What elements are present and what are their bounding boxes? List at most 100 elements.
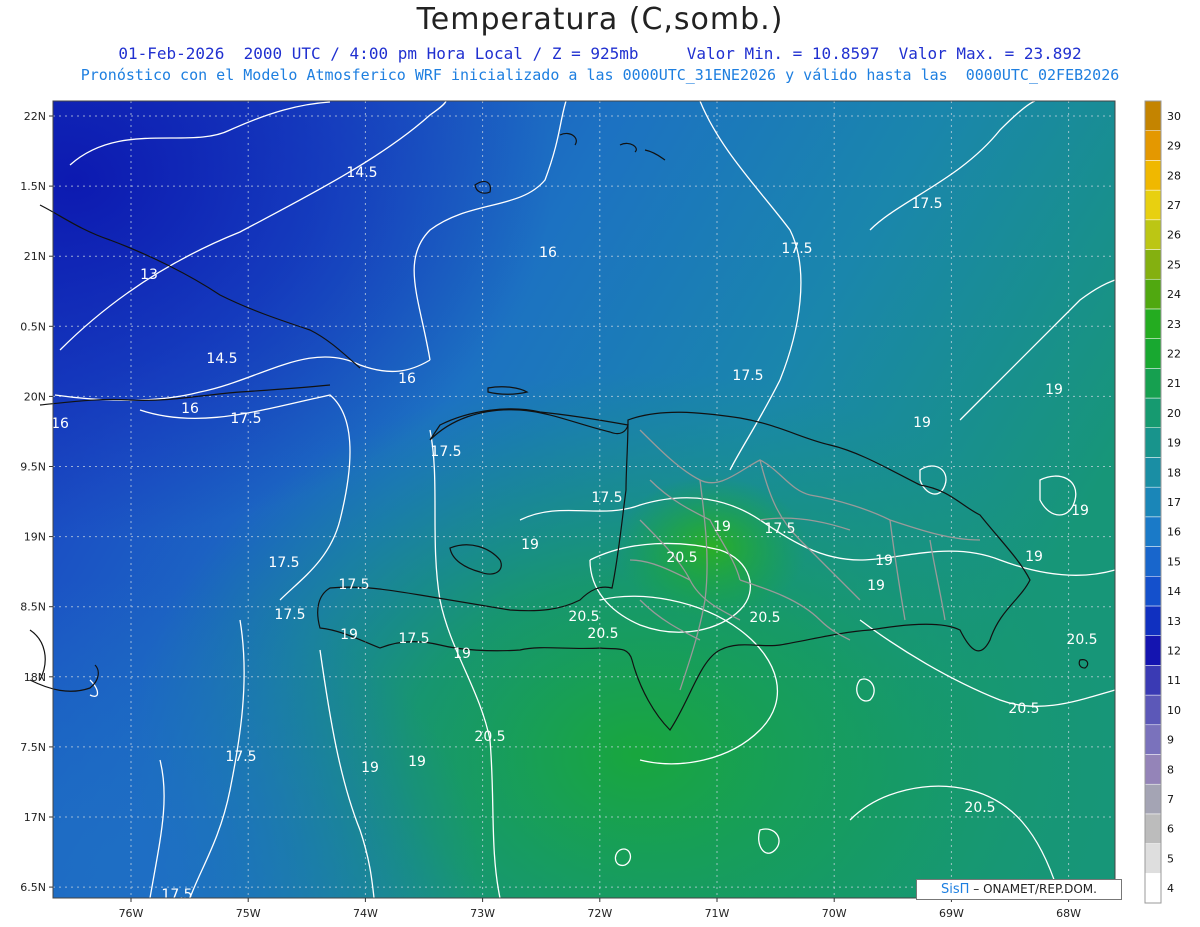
colorbar-label: 17 (1167, 496, 1181, 509)
colorbar-swatch (1144, 516, 1162, 547)
contour-label: 17.5 (225, 749, 256, 765)
latitude-axis: 22N 1.5N 21N 0.5N 20N 9.5N 19N 8.5N 18N 7.5N 17N 6.… (20, 110, 53, 894)
contour-label: 20.5 (474, 729, 505, 745)
colorbar-label: 21 (1167, 377, 1181, 390)
lat-tick-label: 22N (24, 110, 46, 123)
colorbar-label: 29 (1167, 140, 1181, 153)
contour-label: 17.5 (161, 887, 192, 903)
colorbar-swatch (1144, 546, 1162, 577)
colorbar-label: 19 (1167, 437, 1181, 450)
contour-label: 20.5 (1066, 632, 1097, 648)
contour-label: 19 (521, 537, 539, 553)
contour-label: 17.5 (398, 631, 429, 647)
contour-label: 19 (340, 627, 358, 643)
contour-label: 17.5 (781, 241, 812, 257)
colorbar-label: 12 (1167, 645, 1181, 658)
contour-label: 17.5 (430, 444, 461, 460)
contour-label: 19 (1071, 503, 1089, 519)
contour-label: 19 (913, 415, 931, 431)
contour-label: 19 (1045, 382, 1063, 398)
colorbar-label: 6 (1167, 823, 1174, 836)
sispi-logo-text: SisΠ (941, 882, 970, 897)
contour-label: 19 (867, 578, 885, 594)
colorbar-label: 24 (1167, 288, 1181, 301)
lat-tick-label: 19N (24, 531, 46, 544)
lon-tick-label: 71W (705, 907, 730, 920)
contour-label: 14.5 (346, 165, 377, 181)
colorbar-swatch (1144, 605, 1162, 636)
colorbar-label: 4 (1167, 882, 1174, 895)
colorbar-swatch (1144, 397, 1162, 428)
contour-label: 16 (398, 371, 416, 387)
colorbar-swatch (1144, 100, 1162, 131)
colorbar-swatch (1144, 843, 1162, 874)
colorbar-label: 8 (1167, 763, 1174, 776)
colorbar-swatch (1144, 338, 1162, 369)
lat-tick-label: 1.5N (20, 180, 46, 193)
contour-label: 17.5 (268, 555, 299, 571)
colorbar-label: 10 (1167, 704, 1181, 717)
lon-tick-label: 76W (119, 907, 144, 920)
lon-tick-label: 74W (353, 907, 378, 920)
colorbar-label: 15 (1167, 555, 1181, 568)
colorbar-swatch (1144, 873, 1162, 904)
colorbar-label: 13 (1167, 615, 1181, 628)
lat-tick-label: 7.5N (20, 741, 46, 754)
colorbar-swatch (1144, 130, 1162, 161)
lon-tick-label: 75W (236, 907, 261, 920)
colorbar-label: 14 (1167, 585, 1181, 598)
colorbar: 4 5 6 7 8 9 10 11 12 13 14 15 16 17 18 19 20 21 22 23 24 25 26… (1144, 100, 1181, 904)
contour-label: 17.5 (911, 196, 942, 212)
contour-label: 17.5 (338, 577, 369, 593)
contour-label: 19 (1025, 549, 1043, 565)
lat-tick-label: 6.5N (20, 881, 46, 894)
colorbar-swatch (1144, 160, 1162, 191)
colorbar-label: 20 (1167, 407, 1181, 420)
contour-label: 17.5 (230, 411, 261, 427)
credit-text: – ONAMET/REP.DOM. (973, 882, 1097, 896)
colorbar-label: 9 (1167, 734, 1174, 747)
contour-label: 20.5 (666, 550, 697, 566)
contour-label: 20.5 (568, 609, 599, 625)
lon-tick-label: 69W (939, 907, 964, 920)
lat-tick-label: 8.5N (20, 601, 46, 614)
colorbar-label: 27 (1167, 199, 1181, 212)
colorbar-swatch (1144, 308, 1162, 339)
lon-tick-label: 68W (1056, 907, 1081, 920)
contour-label: 17.5 (274, 607, 305, 623)
colorbar-label: 16 (1167, 526, 1181, 539)
contour-label: 20.5 (587, 626, 618, 642)
colorbar-swatch (1144, 427, 1162, 458)
contour-label: 19 (361, 760, 379, 776)
colorbar-swatch (1144, 724, 1162, 755)
contour-label: 20.5 (749, 610, 780, 626)
colorbar-swatch (1144, 278, 1162, 310)
contour-label: 19 (408, 754, 426, 770)
contour-label: 17.5 (764, 521, 795, 537)
colorbar-label: 30 (1167, 110, 1181, 123)
contour-label: 17.5 (591, 490, 622, 506)
contour-label: 19 (875, 553, 893, 569)
longitude-axis: 76W 75W 74W 73W 72W 71W 70W 69W 68W (119, 898, 1081, 920)
contour-label: 13 (140, 267, 158, 283)
lat-tick-label: 0.5N (20, 320, 46, 333)
lon-tick-label: 72W (587, 907, 612, 920)
colorbar-label: 11 (1167, 674, 1181, 687)
contour-label: 14.5 (206, 351, 237, 367)
lat-tick-label: 17N (24, 811, 46, 824)
colorbar-swatch (1144, 783, 1162, 815)
contour-label: 16 (51, 416, 69, 432)
colorbar-swatch (1144, 486, 1162, 518)
colorbar-swatch (1144, 219, 1162, 250)
temperature-map[interactable]: 14.5 13 16 17.5 17.5 14.5 16 16 17.5 16 17.5 19 19 17… (0, 0, 1200, 927)
colorbar-swatch (1144, 576, 1162, 607)
colorbar-swatch (1144, 457, 1162, 488)
colorbar-label: 23 (1167, 318, 1181, 331)
contour-label: 20.5 (1008, 701, 1039, 717)
lat-tick-label: 9.5N (20, 461, 46, 474)
colorbar-swatch (1144, 694, 1162, 726)
colorbar-swatch (1144, 635, 1162, 666)
contour-label: 16 (181, 401, 199, 417)
colorbar-label: 25 (1167, 258, 1181, 271)
colorbar-label: 22 (1167, 347, 1181, 360)
